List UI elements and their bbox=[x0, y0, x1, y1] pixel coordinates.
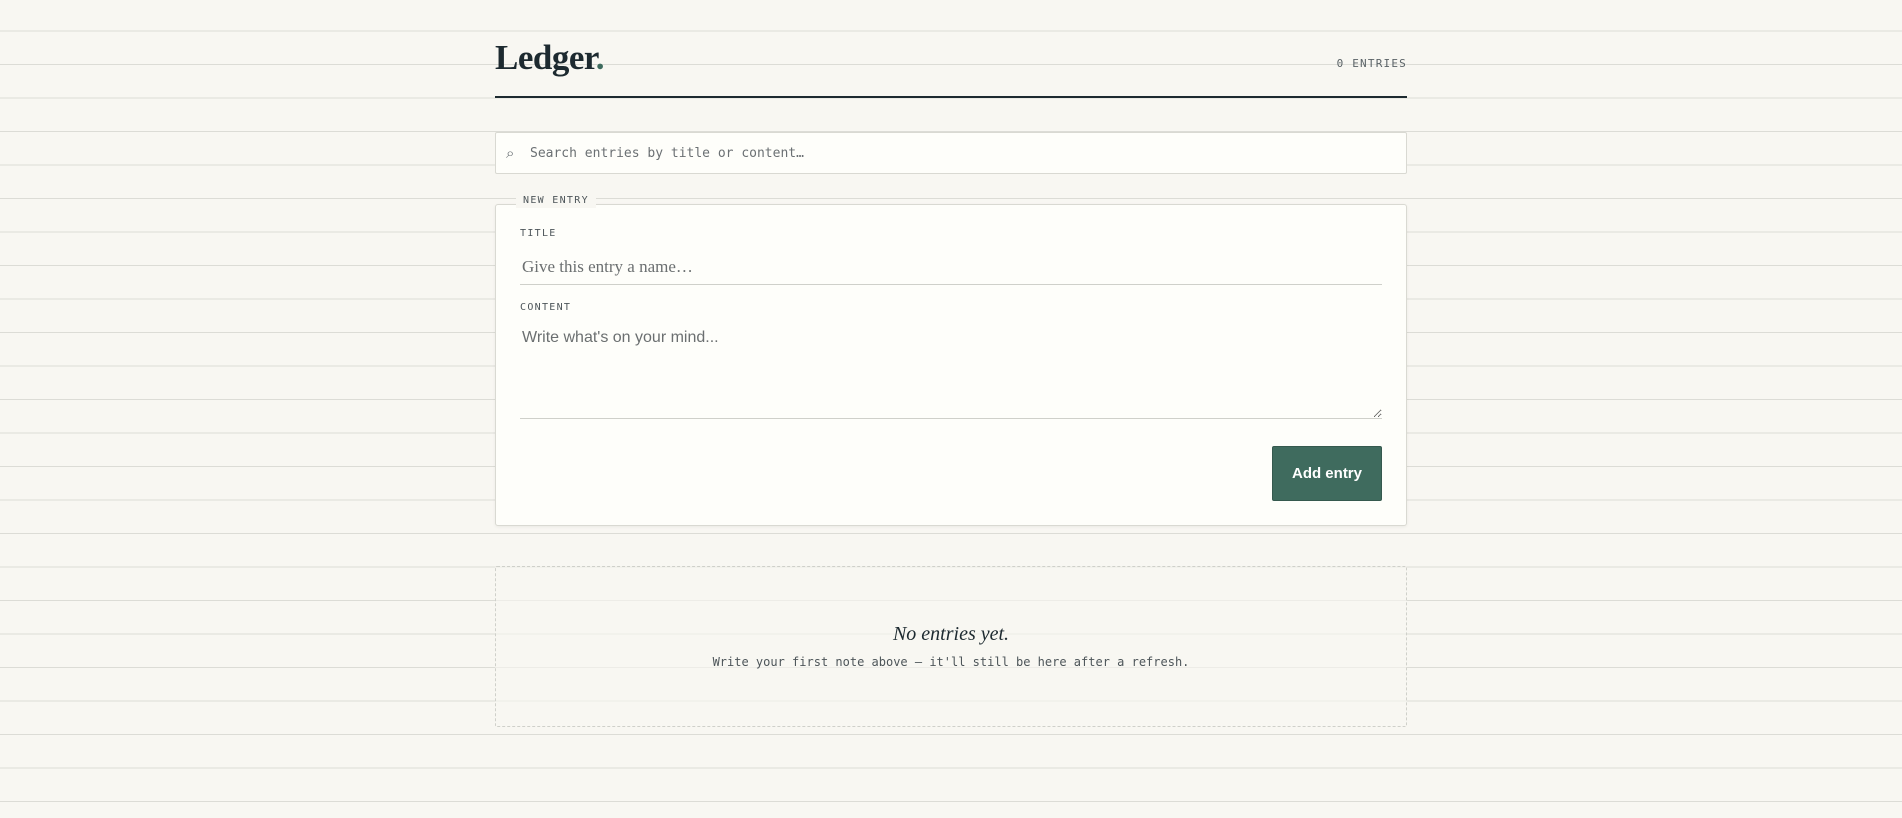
brand-dot: . bbox=[595, 38, 605, 77]
content-textarea[interactable] bbox=[520, 323, 1382, 419]
empty-state: No entries yet. Write your first note ab… bbox=[495, 566, 1407, 727]
title-input[interactable] bbox=[520, 249, 1382, 285]
entry-count: 0 ENTRIES bbox=[1336, 57, 1407, 70]
empty-state-subtitle: Write your first note above — it'll stil… bbox=[712, 655, 1190, 669]
app-logo: Ledger. bbox=[495, 36, 604, 80]
add-entry-button[interactable]: Add entry bbox=[1272, 446, 1382, 501]
new-entry-legend: NEW ENTRY bbox=[516, 194, 596, 208]
search-bar: ⌕ bbox=[495, 132, 1407, 174]
search-input[interactable] bbox=[530, 133, 1390, 173]
new-entry-form: NEW ENTRY TITLE CONTENT Add entry bbox=[495, 194, 1407, 526]
brand-name: Ledger bbox=[495, 38, 596, 77]
page-container: Ledger. 0 ENTRIES ⌕ NEW ENTRY TITLE CONT… bbox=[495, 0, 1407, 818]
content-label: CONTENT bbox=[520, 302, 572, 313]
app-header: Ledger. 0 ENTRIES bbox=[495, 36, 1407, 98]
title-label: TITLE bbox=[520, 228, 557, 239]
empty-state-title: No entries yet. bbox=[892, 623, 1010, 645]
search-icon: ⌕ bbox=[506, 144, 515, 162]
